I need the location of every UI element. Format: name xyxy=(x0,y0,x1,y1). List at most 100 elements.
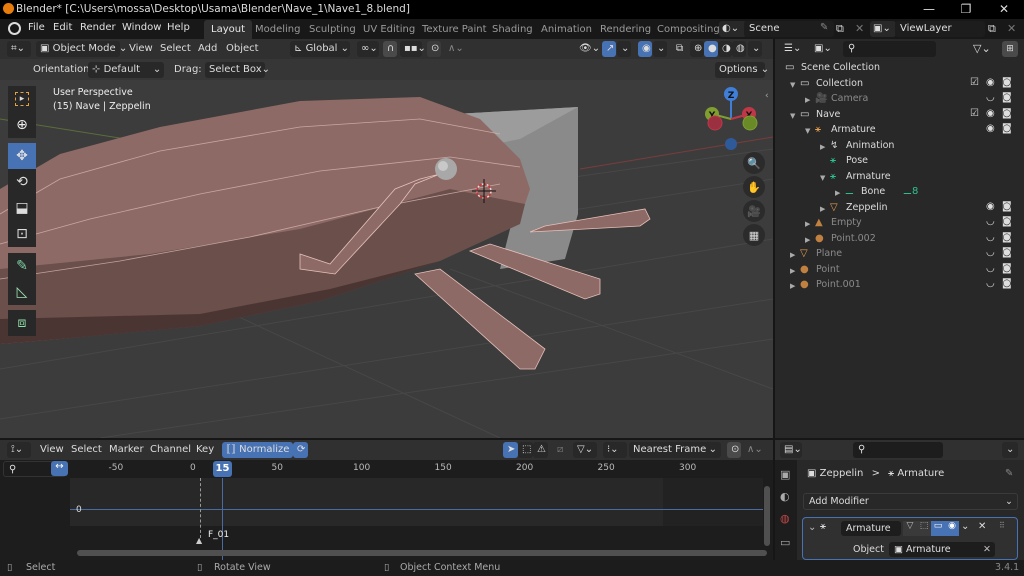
options-dropdown[interactable]: Options ⌄ xyxy=(715,62,769,78)
menu-add[interactable]: Add xyxy=(198,43,217,54)
menu-view[interactable]: View xyxy=(129,43,153,54)
normalize-toggle[interactable]: ⟦⟧ Normalize xyxy=(222,442,293,458)
outliner-row[interactable]: ▶ ▽ Plane ◙ ◡ xyxy=(775,247,1024,263)
neg-y-axis-icon[interactable] xyxy=(707,115,723,131)
measure-tool[interactable]: ◺ xyxy=(8,279,36,305)
rendered-shading-icon[interactable]: ◍ xyxy=(732,41,746,57)
annotate-tool[interactable]: ✎ xyxy=(8,253,36,279)
timeline-proportional-icon[interactable]: ⊙ xyxy=(727,442,741,458)
render-tab-icon[interactable]: ▣ xyxy=(780,468,790,481)
object-mode-dropdown[interactable]: ▣ Object Mode ⌄ xyxy=(36,41,127,57)
outliner-row[interactable]: ▶ ↯ Animation xyxy=(775,139,1024,155)
minimize-button[interactable]: — xyxy=(914,1,944,17)
outliner-row[interactable]: ▶ ▽ Zeppelin ◙ ◉ xyxy=(775,201,1024,217)
expand-toggle-icon[interactable]: ▶ xyxy=(820,205,825,213)
properties-search-input[interactable]: ⚲ xyxy=(853,442,943,458)
proportional-edit-icon[interactable]: ⊙ xyxy=(427,41,441,57)
outliner-row[interactable]: ▶ ▲ Empty ◙ ◡ xyxy=(775,216,1024,232)
tab-rendering[interactable]: Rendering xyxy=(593,20,658,39)
outliner-editor-type-icon[interactable]: ☰⌄ xyxy=(781,41,805,57)
properties-pin-icon[interactable]: ✎ xyxy=(1005,468,1013,479)
outliner-row[interactable]: ▶ ● Point.001 ◙ ◡ xyxy=(775,278,1024,294)
select-box-tool[interactable]: ▸ xyxy=(8,86,36,112)
scene-selector-icon[interactable]: ◐⌄ xyxy=(719,21,747,37)
render-visibility-icon[interactable]: ◙ xyxy=(1002,123,1012,134)
eye-closed-icon[interactable]: ◡ xyxy=(986,232,995,243)
overlay-dropdown-icon[interactable]: ⌄ xyxy=(653,41,667,57)
tab-shading[interactable]: Shading xyxy=(485,20,540,39)
timeline-editor[interactable]: ⟟⌄ View Select Marker Channel Key ⟦⟧ Nor… xyxy=(0,440,773,560)
gizmo-toggle-icon[interactable]: ↗ xyxy=(602,41,616,57)
render-visibility-icon[interactable]: ◙ xyxy=(1002,77,1012,88)
world-tab-icon[interactable]: ◍ xyxy=(780,512,790,525)
shading-dropdown-icon[interactable]: ⌄ xyxy=(748,41,762,57)
collapse-modifier-icon[interactable]: ⌄ xyxy=(808,522,816,533)
graph-area-outside[interactable] xyxy=(663,478,763,526)
clear-object-icon[interactable]: ✕ xyxy=(983,542,991,557)
neg-x-axis-icon[interactable] xyxy=(742,115,758,131)
pin-icon[interactable]: ✎ xyxy=(820,22,828,33)
sync-visibility-icon[interactable]: ↔ xyxy=(51,461,68,476)
current-frame-indicator[interactable]: 15 xyxy=(213,461,232,477)
eye-closed-icon[interactable]: ◡ xyxy=(986,247,995,258)
pan-view-icon[interactable]: ✋ xyxy=(743,176,765,198)
snap-target-icon[interactable]: ▪▪⌄ xyxy=(400,41,426,57)
editor-type-icon[interactable]: ⌗⌄ xyxy=(7,41,31,57)
remove-modifier-icon[interactable]: ✕ xyxy=(978,521,986,532)
tab-sculpting[interactable]: Sculpting xyxy=(302,20,363,39)
3d-viewport[interactable] xyxy=(0,39,773,438)
frame-ruler[interactable]: ⚲ ↔ -50 0 50 100 150 200 250 300 15 xyxy=(0,460,773,478)
menu-help[interactable]: Help xyxy=(167,22,190,33)
sidebar-toggle-icon[interactable]: ‹ xyxy=(765,91,769,101)
overlay-toggle-icon[interactable]: ◉ xyxy=(638,41,652,57)
outliner-row[interactable]: ▼ ⚹ Armature ◙ ◉ xyxy=(775,123,1024,139)
expand-toggle-icon[interactable]: ▼ xyxy=(820,174,825,182)
edit-mode-toggle-icon[interactable]: ▽ xyxy=(903,521,917,536)
camera-view-icon[interactable]: 🎥 xyxy=(743,200,765,222)
drag-handle-icon[interactable]: ⠿ xyxy=(999,521,1005,530)
tab-layout[interactable]: Layout xyxy=(204,20,252,39)
transform-tool[interactable]: ⊡ xyxy=(8,221,36,247)
outliner-row[interactable]: ⚹ Pose xyxy=(775,154,1024,170)
perspective-toggle-icon[interactable]: ▦ xyxy=(743,224,765,246)
outliner-row[interactable]: ▭ Scene Collection xyxy=(775,61,1024,77)
playhead-line[interactable] xyxy=(222,478,223,560)
navigation-gizmo[interactable]: Z Y X xyxy=(700,84,770,154)
timeline-filter-icon[interactable]: ▽⌄ xyxy=(573,442,597,458)
expand-toggle-icon[interactable]: ▼ xyxy=(790,81,795,89)
render-visibility-icon[interactable]: ◙ xyxy=(1002,263,1012,274)
view-layer-field[interactable]: ViewLayer xyxy=(895,21,985,37)
blender-menu-icon[interactable] xyxy=(8,22,21,35)
eye-icon[interactable]: ◉ xyxy=(986,123,995,134)
expand-toggle-icon[interactable]: ▶ xyxy=(805,236,810,244)
expand-toggle-icon[interactable]: ▶ xyxy=(820,143,825,151)
snap-icon[interactable]: ∩ xyxy=(383,41,397,57)
display-mode-icon[interactable]: ▣⌄ xyxy=(811,41,833,57)
expand-toggle-icon[interactable]: ▶ xyxy=(805,220,810,228)
menu-select[interactable]: Select xyxy=(160,43,191,54)
neg-z-axis-icon[interactable] xyxy=(725,138,737,150)
outliner-row[interactable]: ▼ ▭ Collection ◙ ◉ ☑ xyxy=(775,77,1024,93)
timeline-menu-marker[interactable]: Marker xyxy=(109,444,144,455)
expand-toggle-icon[interactable]: ▶ xyxy=(790,267,795,275)
menu-object[interactable]: Object xyxy=(226,43,259,54)
snap-mode-dropdown[interactable]: Nearest Frame ⌄ xyxy=(629,442,721,458)
collection-tab-icon[interactable]: ▭ xyxy=(780,536,790,549)
solid-shading-icon[interactable]: ● xyxy=(704,41,718,57)
render-visibility-icon[interactable]: ◙ xyxy=(1002,232,1012,243)
vertical-scrollbar[interactable] xyxy=(764,486,770,546)
outliner-row[interactable]: ▶ ● Point ◙ ◡ xyxy=(775,263,1024,279)
cursor-tool[interactable]: ⊕ xyxy=(8,112,36,138)
eye-closed-icon[interactable]: ◡ xyxy=(986,278,995,289)
modifier-menu-icon[interactable]: ⌄ xyxy=(961,521,969,532)
outliner-row[interactable]: ▼ ▭ Nave ◙ ◉ ☑ xyxy=(775,108,1024,124)
exclude-checkbox[interactable]: ☑ xyxy=(970,77,979,88)
pivot-point-icon[interactable]: ∞⌄ xyxy=(357,41,379,57)
timeline-menu-channel[interactable]: Channel xyxy=(150,444,191,455)
modifier-name-field[interactable]: Armature xyxy=(841,521,901,536)
xray-toggle-icon[interactable]: ⧉ xyxy=(672,41,686,57)
expand-toggle-icon[interactable]: ▼ xyxy=(805,127,810,135)
filter-icon[interactable]: ▽⌄ xyxy=(973,42,991,55)
render-visibility-icon[interactable]: ◙ xyxy=(1002,108,1012,119)
render-visibility-icon[interactable]: ◙ xyxy=(1002,201,1012,212)
